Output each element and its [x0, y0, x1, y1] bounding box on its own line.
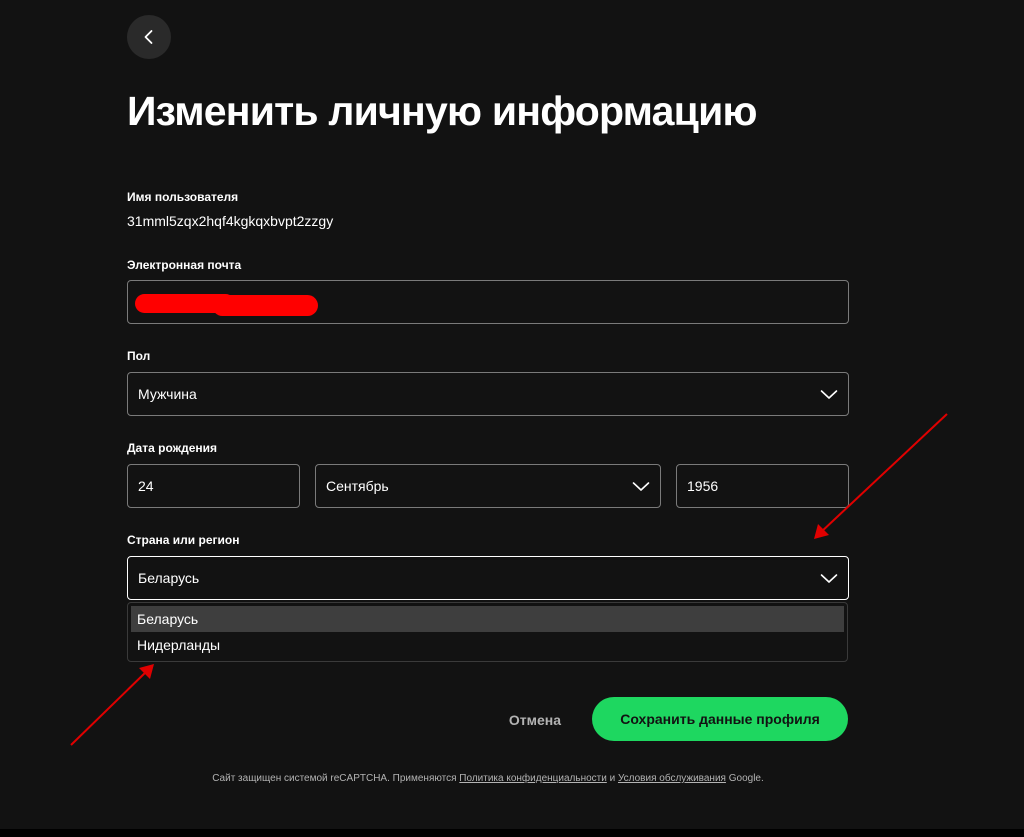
- footer-conjunction: и: [609, 773, 616, 784]
- cancel-button[interactable]: Отмена: [496, 698, 574, 742]
- country-value: Беларусь: [138, 570, 200, 586]
- country-option-belarus[interactable]: Беларусь: [131, 606, 844, 632]
- country-label: Страна или регион: [127, 533, 240, 547]
- birth-day-value: 24: [138, 478, 154, 494]
- chevron-down-icon: [632, 482, 650, 491]
- footer-text-end: Google.: [728, 773, 764, 784]
- birth-month-select[interactable]: Сентябрь: [315, 464, 661, 508]
- bottom-strip: [0, 829, 1024, 837]
- chevron-down-icon: [820, 574, 838, 583]
- annotation-arrow-icon: [70, 664, 154, 746]
- gender-value: Мужчина: [138, 386, 197, 402]
- privacy-policy-link[interactable]: Политика конфиденциальности: [459, 773, 607, 784]
- username-label: Имя пользователя: [127, 190, 239, 204]
- birth-month-value: Сентябрь: [326, 478, 389, 494]
- terms-of-service-link[interactable]: Условия обслуживания: [618, 773, 726, 784]
- email-label: Электронная почта: [127, 258, 242, 272]
- username-value: 31mml5zqx2hqf4kgkqxbvpt2zzgy: [127, 213, 334, 229]
- gender-label: Пол: [127, 349, 151, 363]
- chevron-down-icon: [820, 390, 838, 399]
- save-profile-button[interactable]: Сохранить данные профиля: [592, 697, 848, 741]
- gender-select[interactable]: Мужчина: [127, 372, 849, 416]
- footer-text: Сайт защищен системой reCAPTCHA. Применя…: [212, 773, 457, 784]
- back-button[interactable]: [127, 15, 171, 59]
- recaptcha-notice: Сайт защищен системой reCAPTCHA. Применя…: [0, 773, 976, 784]
- chevron-left-icon: [144, 30, 153, 44]
- country-dropdown: Беларусь Нидерланды: [127, 602, 848, 662]
- country-select[interactable]: Беларусь: [127, 556, 849, 600]
- birth-day-field[interactable]: 24: [127, 464, 300, 508]
- birth-year-value: 1956: [687, 478, 719, 494]
- redaction-mark: [212, 295, 318, 316]
- birth-date-label: Дата рождения: [127, 441, 218, 455]
- country-option-netherlands[interactable]: Нидерланды: [131, 632, 844, 658]
- birth-year-field[interactable]: 1956: [676, 464, 849, 508]
- page-title: Изменить личную информацию: [127, 88, 758, 134]
